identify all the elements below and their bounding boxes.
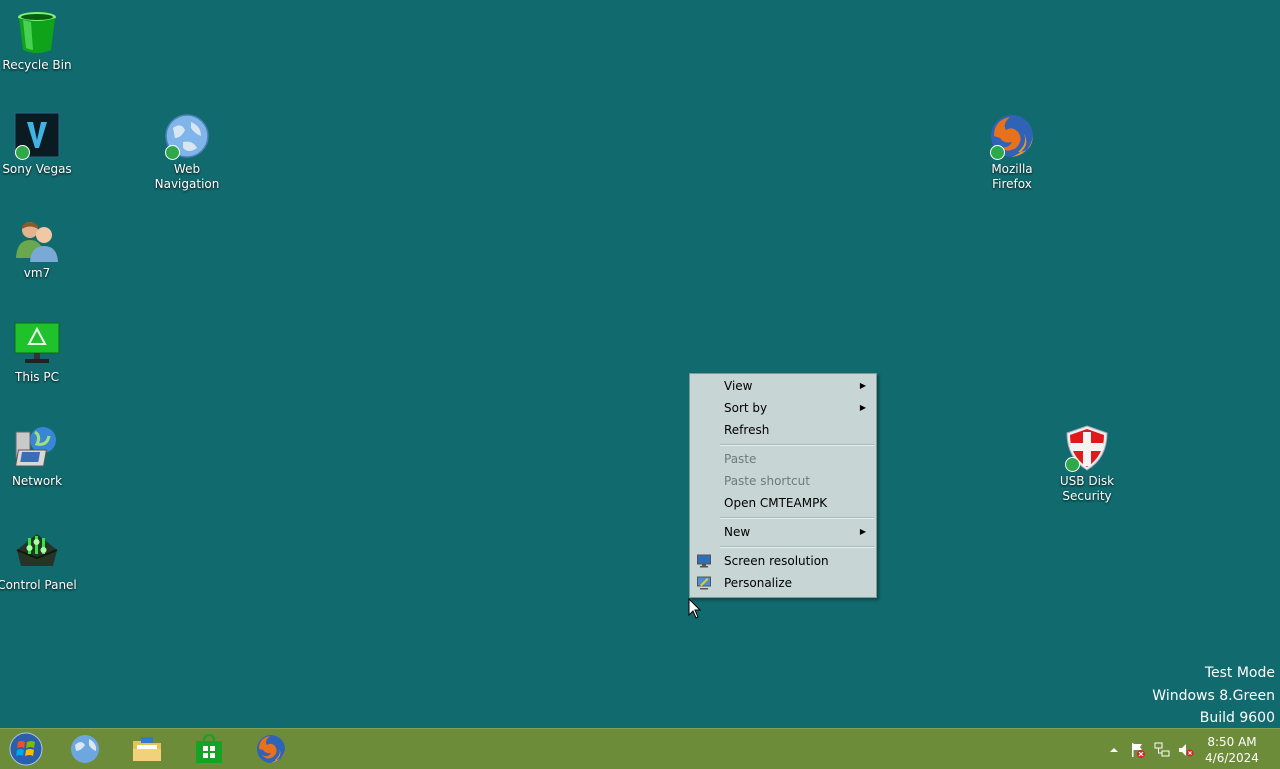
desktop-icon-web-navigation[interactable]: Web Navigation (147, 112, 227, 192)
taskbar: 8:50 AM 4/6/2024 (0, 728, 1280, 769)
menu-item-view[interactable]: View ▶ (690, 375, 876, 397)
shield-icon (1063, 424, 1111, 472)
test-mode-watermark: Test Mode Windows 8.Green Build 9600 (1152, 662, 1275, 730)
menu-item-paste[interactable]: Paste (690, 448, 876, 470)
shortcut-badge-icon (1065, 457, 1080, 472)
submenu-arrow-icon: ▶ (859, 527, 866, 536)
desktop-context-menu: View ▶ Sort by ▶ Refresh Paste Paste sho… (689, 373, 877, 598)
menu-item-label: Paste shortcut (724, 474, 810, 488)
menu-item-label: Open CMTEAMPK (724, 496, 828, 510)
menu-item-screen-resolution[interactable]: Screen resolution (690, 550, 876, 572)
desktop-icon-vm7[interactable]: vm7 (0, 216, 77, 281)
menu-item-label: View (724, 379, 753, 393)
watermark-line: Test Mode (1204, 665, 1275, 681)
watermark-line: Windows 8.Green (1152, 687, 1275, 704)
menu-item-label: Personalize (724, 576, 793, 590)
desktop-icon-sony-vegas[interactable]: Sony Vegas (0, 112, 77, 177)
taskbar-clock[interactable]: 8:50 AM 4/6/2024 (1204, 734, 1260, 766)
desktop-icon-label: vm7 (23, 266, 51, 280)
menu-item-label: Refresh (724, 423, 770, 437)
menu-item-paste-shortcut[interactable]: Paste shortcut (690, 470, 876, 492)
desktop-icon-label: Recycle Bin (2, 58, 72, 72)
desktop-icon-recycle-bin[interactable]: Recycle Bin (0, 8, 77, 73)
internet-explorer-icon (71, 735, 99, 763)
desktop-icon-label: Network (11, 474, 63, 488)
store-icon (196, 733, 222, 763)
recycle-bin-icon (13, 8, 61, 56)
firefox-icon (257, 735, 285, 763)
menu-item-label: Paste (724, 452, 757, 466)
menu-separator (720, 444, 874, 446)
users-icon (13, 216, 61, 264)
computer-icon (13, 320, 61, 368)
file-explorer-icon (133, 737, 161, 761)
taskbar-firefox[interactable] (242, 729, 300, 769)
network-icon[interactable] (1154, 742, 1170, 758)
desktop-icon-label: This PC (15, 370, 59, 384)
desktop-icon-network[interactable]: Network (0, 424, 77, 489)
desktop-icon-label: Mozilla Firefox (991, 162, 1033, 191)
desktop-icon-mozilla-firefox[interactable]: Mozilla Firefox (972, 112, 1052, 192)
menu-item-open-cmteampk[interactable]: Open CMTEAMPK (690, 492, 876, 514)
shortcut-badge-icon (15, 145, 30, 160)
shortcut-badge-icon (165, 145, 180, 160)
desktop-icon-label: Web Navigation (154, 162, 220, 191)
desktop-icon-label: USB Disk Security (1059, 474, 1115, 503)
clock-date: 4/6/2024 (1205, 751, 1259, 765)
start-button[interactable] (0, 729, 58, 769)
desktop-icon-this-pc[interactable]: This PC (0, 320, 77, 385)
menu-item-sort-by[interactable]: Sort by ▶ (690, 397, 876, 419)
desktop-icon-control-panel[interactable]: Control Panel (0, 528, 77, 593)
globe-icon (163, 112, 211, 160)
taskbar-internet-explorer[interactable] (56, 729, 114, 769)
menu-item-refresh[interactable]: Refresh (690, 419, 876, 441)
action-center-flag-icon[interactable] (1130, 742, 1146, 758)
menu-item-label: Screen resolution (724, 554, 829, 568)
menu-item-label: Sort by (724, 401, 768, 415)
menu-item-label: New (724, 525, 751, 539)
show-hidden-icons-icon[interactable] (1106, 742, 1122, 758)
sony-vegas-icon (13, 112, 61, 160)
monitor-icon (697, 554, 711, 568)
menu-separator (720, 517, 874, 519)
clock-time: 8:50 AM (1207, 735, 1257, 749)
menu-separator (720, 546, 874, 548)
desktop-icon-label: Control Panel (0, 578, 77, 592)
menu-item-personalize[interactable]: Personalize (690, 572, 876, 594)
desktop-icon-usb-disk-security[interactable]: USB Disk Security (1047, 424, 1127, 504)
mouse-cursor-icon (688, 598, 702, 619)
control-panel-icon (13, 528, 61, 576)
watermark-line: Build 9600 (1199, 710, 1275, 726)
taskbar-file-explorer[interactable] (118, 729, 176, 769)
network-icon (13, 424, 61, 472)
volume-muted-icon[interactable] (1178, 742, 1194, 758)
shortcut-badge-icon (990, 145, 1005, 160)
firefox-icon (988, 112, 1036, 160)
submenu-arrow-icon: ▶ (859, 403, 866, 412)
start-orb-icon (9, 732, 43, 766)
menu-item-new[interactable]: New ▶ (690, 521, 876, 543)
taskbar-store[interactable] (180, 729, 238, 769)
desktop-icon-label: Sony Vegas (2, 162, 72, 176)
submenu-arrow-icon: ▶ (859, 381, 866, 390)
personalize-icon (697, 576, 711, 590)
